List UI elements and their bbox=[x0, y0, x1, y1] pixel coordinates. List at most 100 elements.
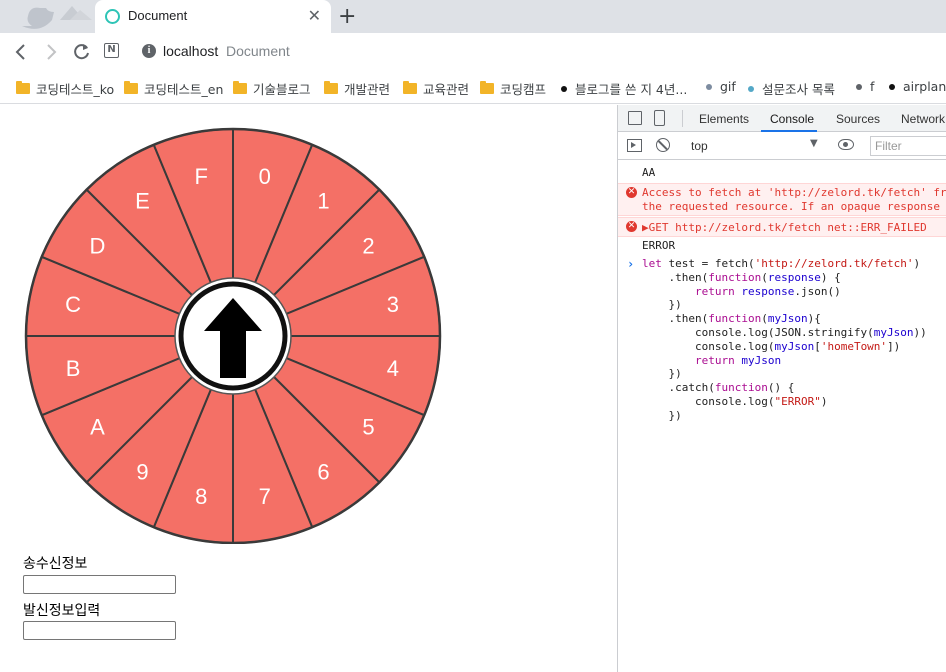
context-selector[interactable]: top bbox=[690, 137, 820, 155]
error-icon: ✕ bbox=[626, 221, 637, 232]
console-code-line: console.log(JSON.stringify(myJson)) bbox=[642, 326, 927, 339]
console-error-cors: ✕ Access to fetch at 'http://zelord.tk/f… bbox=[618, 183, 946, 216]
dropdown-caret-icon[interactable]: ▼ bbox=[810, 138, 818, 149]
console-toolbar: top ▼ Filter bbox=[618, 133, 946, 160]
folder-icon bbox=[233, 81, 247, 94]
folder-icon bbox=[124, 81, 138, 94]
tab-title: Document bbox=[128, 8, 188, 23]
input-info-input[interactable] bbox=[23, 621, 176, 640]
bookmark-favicon-icon bbox=[561, 85, 567, 92]
console-log-aa: AA bbox=[642, 166, 656, 179]
notion-extension-icon[interactable]: N bbox=[104, 43, 119, 58]
console-code-line: }) bbox=[642, 298, 682, 312]
forward-arrow-icon[interactable] bbox=[42, 42, 60, 62]
wheel-segment-label: C bbox=[65, 292, 81, 317]
bookmarks-bar: 코딩테스트_ko 코딩테스트_en 기술블로그 개발관련 교육관련 코딩캠프 블… bbox=[0, 71, 946, 104]
new-tab-button[interactable]: + bbox=[338, 4, 356, 29]
console-code-line: console.log("ERROR") bbox=[642, 395, 828, 408]
wheel-segment-label: 1 bbox=[317, 188, 329, 213]
wheel-segment-label: 7 bbox=[259, 484, 271, 509]
console-output: AA ✕ Access to fetch at 'http://zelord.t… bbox=[618, 161, 946, 672]
wheel-segment-label: 5 bbox=[362, 415, 374, 440]
device-toolbar-icon[interactable] bbox=[654, 110, 665, 126]
globe-favicon-icon bbox=[105, 9, 120, 24]
console-error-fetch: ✕ ▶GET http://zelord.tk/fetch net::ERR_F… bbox=[618, 217, 946, 237]
page-content: 0 1 2 3 4 5 6 7 8 9 A B C D E F 송수신정보 발신정보입력 bbox=[0, 105, 617, 672]
active-tab[interactable]: Document ✕ bbox=[95, 0, 331, 33]
bookmark-link[interactable]: f bbox=[856, 79, 874, 94]
folder-icon bbox=[16, 81, 30, 94]
bookmark-link[interactable]: 설문조사 목록 bbox=[748, 79, 835, 98]
wheel-segment-label: 2 bbox=[362, 233, 374, 258]
console-prompt-icon: › bbox=[627, 257, 635, 271]
bookmark-folder[interactable]: 개발관련 bbox=[324, 79, 390, 98]
bookmark-favicon-icon bbox=[856, 83, 862, 90]
wheel-segment-label: B bbox=[66, 356, 81, 381]
tab-sources[interactable]: Sources bbox=[836, 112, 880, 126]
bookmark-favicon-icon bbox=[889, 83, 895, 90]
bookmark-folder[interactable]: 코딩테스트_en bbox=[124, 79, 223, 98]
wheel-dial[interactable]: 0 1 2 3 4 5 6 7 8 9 A B C D E F bbox=[24, 126, 442, 544]
twitter-bird-icon bbox=[22, 6, 92, 29]
divider bbox=[682, 110, 683, 127]
site-info-icon[interactable]: i bbox=[142, 44, 156, 58]
error-text-line1: Access to fetch at 'http://zelord.tk/fet… bbox=[642, 186, 946, 199]
devtools-panel: Elements Console Sources Network top ▼ F… bbox=[617, 105, 946, 672]
wheel-segment-label: A bbox=[90, 415, 105, 440]
wheel-segment-label: 8 bbox=[195, 484, 207, 509]
bookmark-folder[interactable]: 코딩테스트_ko bbox=[16, 79, 114, 98]
wheel-segment-label: 0 bbox=[259, 164, 271, 189]
console-code-line: .catch(function() { bbox=[642, 381, 795, 395]
wheel-segment-label: 3 bbox=[387, 292, 399, 317]
reload-icon[interactable] bbox=[72, 42, 92, 62]
bookmark-folder[interactable]: 교육관련 bbox=[403, 79, 469, 98]
wheel-segment-label: 4 bbox=[387, 356, 399, 381]
bookmark-link[interactable]: 블로그를 쓴 지 4년... bbox=[561, 79, 687, 98]
live-expression-eye-icon[interactable] bbox=[838, 139, 854, 150]
wheel-segment-label: F bbox=[194, 164, 207, 189]
console-code-line: }) bbox=[642, 408, 682, 422]
console-code-line: .then(function(response) { bbox=[642, 270, 841, 284]
url-page-title: Document bbox=[226, 43, 290, 59]
console-code-line: return response.json() bbox=[694, 284, 841, 298]
url-host[interactable]: localhost bbox=[163, 43, 218, 59]
bookmark-folder[interactable]: 코딩캠프 bbox=[480, 79, 546, 98]
folder-icon bbox=[403, 81, 417, 94]
bookmark-folder[interactable]: 기술블로그 bbox=[233, 79, 311, 98]
sender-info-input[interactable] bbox=[23, 575, 176, 594]
bookmark-link[interactable]: airplane bbox=[889, 79, 946, 94]
sender-info-label: 송수신정보 bbox=[23, 556, 88, 572]
bookmark-favicon-icon bbox=[748, 85, 754, 92]
clear-console-icon[interactable] bbox=[656, 138, 670, 152]
address-bar: N i localhost Document bbox=[0, 33, 946, 71]
wheel-segment-label: D bbox=[90, 233, 106, 258]
back-arrow-icon[interactable] bbox=[12, 42, 30, 62]
bookmark-favicon-icon bbox=[706, 83, 712, 90]
wheel-segment-label: 6 bbox=[317, 460, 329, 485]
show-sidebar-icon[interactable] bbox=[627, 139, 642, 152]
tab-elements[interactable]: Elements bbox=[699, 112, 749, 126]
devtools-tabbar: Elements Console Sources Network bbox=[618, 105, 946, 132]
console-code-line: let test = fetch('http://zelord.tk/fetch… bbox=[642, 257, 921, 270]
error-text-line2: the requested resource. If an opaque res… bbox=[642, 200, 941, 213]
input-info-label: 발신정보입력 bbox=[23, 603, 101, 619]
folder-icon bbox=[480, 81, 494, 94]
close-tab-icon[interactable]: ✕ bbox=[308, 6, 321, 25]
console-log-error: ERROR bbox=[642, 239, 676, 252]
bookmark-link[interactable]: gif bbox=[706, 79, 736, 94]
tab-console[interactable]: Console bbox=[770, 112, 814, 126]
console-filter-input[interactable]: Filter bbox=[870, 136, 946, 156]
tab-network[interactable]: Network bbox=[901, 112, 945, 126]
wheel-segment-label: E bbox=[135, 188, 150, 213]
console-code-line: .then(function(myJson){ bbox=[642, 312, 821, 326]
console-code-line: return myJson bbox=[694, 353, 782, 367]
console-code-line: console.log(myJson['homeTown']) bbox=[642, 339, 901, 353]
folder-icon bbox=[324, 81, 338, 94]
inspect-element-icon[interactable] bbox=[628, 111, 642, 125]
inactive-tab[interactable] bbox=[0, 0, 96, 33]
wheel-segment-label: 9 bbox=[136, 460, 148, 485]
tab-bar: Document ✕ + bbox=[0, 0, 946, 33]
active-tab-indicator bbox=[761, 130, 817, 132]
error-icon: ✕ bbox=[626, 187, 637, 198]
error-fetch-text[interactable]: ▶GET http://zelord.tk/fetch net::ERR_FAI… bbox=[642, 221, 927, 234]
